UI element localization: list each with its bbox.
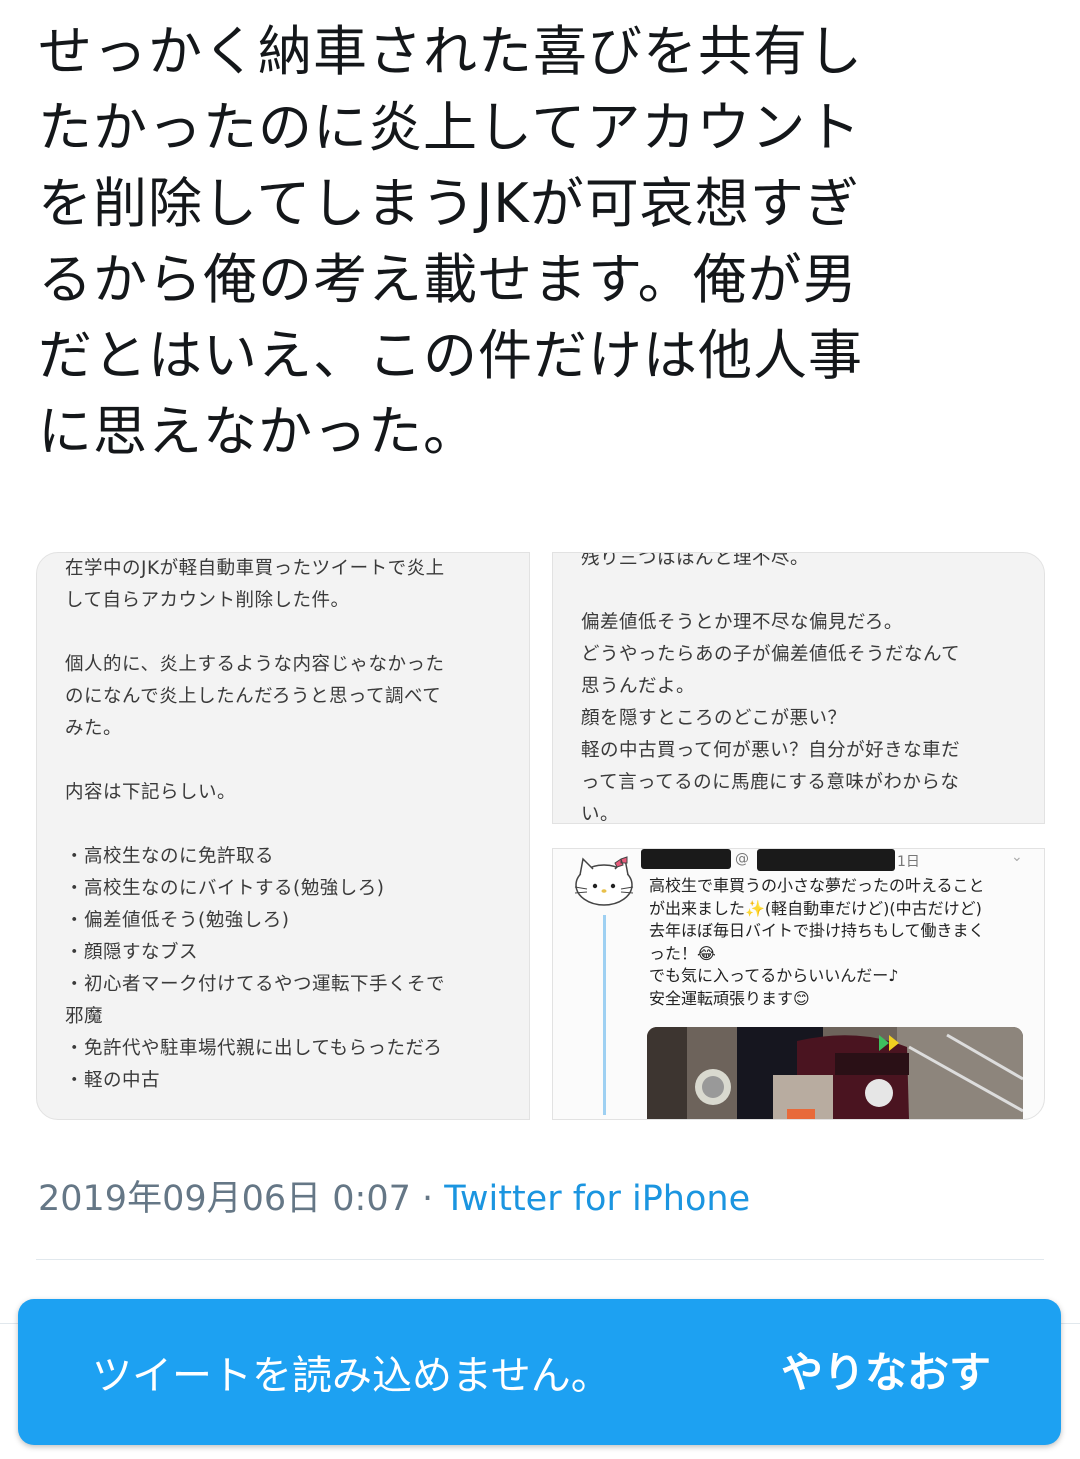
hello-kitty-avatar-icon: [574, 856, 634, 906]
tweet-timestamp[interactable]: 2019年09月06日 0:07: [38, 1179, 411, 1219]
tweet-meta: 2019年09月06日 0:07 · Twitter for iPhone: [38, 1170, 750, 1221]
note-text: 在学中のJKが軽自動車買ったツイートで炎上 して自らアカウント削除した件。 個人…: [65, 558, 446, 1091]
car-photo-drawing: [647, 1027, 1023, 1119]
note-text: 残り三つはほんと理不尽。 偏差値低そうとか理不尽な偏見だろ。 どうやったらあの子…: [581, 552, 961, 824]
tweet-text: せっかく納車された喜びを共有し たかったのに炎上してアカウント を削除してしまう…: [38, 20, 863, 463]
handle-at: @: [735, 851, 749, 867]
media-image-notes-left[interactable]: 在学中のJKが軽自動車買ったツイートで炎上 して自らアカウント削除した件。 個人…: [36, 552, 530, 1120]
embedded-date: 1日: [897, 854, 920, 870]
redacted-name: [641, 849, 731, 869]
tweet-source-link[interactable]: Twitter for iPhone: [444, 1179, 750, 1219]
media-image-notes-right[interactable]: 残り三つはほんと理不尽。 偏差値低そうとか理不尽な偏見だろ。 どうやったらあの子…: [552, 552, 1045, 824]
chevron-down-icon: ⌄: [1011, 849, 1023, 865]
media-grid: 在学中のJKが軽自動車買ったツイートで炎上 して自らアカウント削除した件。 個人…: [36, 552, 1045, 1120]
media-image-embedded-tweet[interactable]: @ 1日 ⌄ 高校生で車買うの小さな夢だったの叶えること が出来ました✨(軽自動…: [552, 848, 1045, 1120]
car-photo: [647, 1027, 1023, 1119]
thread-line: [603, 915, 606, 1115]
error-snackbar: ツイートを読み込めません。 やりなおす: [18, 1299, 1061, 1445]
error-message: ツイートを読み込めません。: [92, 1353, 611, 1399]
redacted-handle: [757, 849, 895, 871]
embedded-tweet-text: 高校生で車買うの小さな夢だったの叶えること が出来ました✨(軽自動車だけど)(中…: [649, 876, 985, 1008]
divider: [36, 1259, 1044, 1260]
meta-separator: ·: [422, 1179, 434, 1219]
retry-button[interactable]: やりなおす: [781, 1339, 991, 1400]
